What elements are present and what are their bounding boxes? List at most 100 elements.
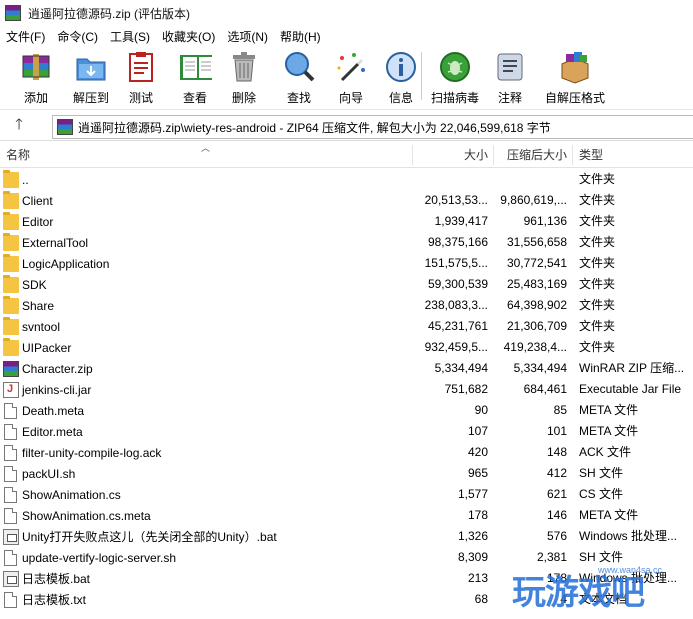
comment-button[interactable]: 注释: [496, 46, 524, 108]
file-name: ..: [22, 172, 29, 187]
batch-file-icon: [3, 528, 19, 545]
menu-bar: 文件(F) 命令(C) 工具(S) 收藏夹(O) 选项(N) 帮助(H): [0, 26, 693, 46]
menu-options[interactable]: 选项(N): [221, 28, 274, 45]
file-name: Editor: [22, 214, 54, 229]
folder-icon: [3, 190, 19, 209]
file-size: 178: [467, 508, 488, 522]
document-icon: [4, 402, 17, 419]
file-name: ShowAnimation.cs: [22, 487, 121, 502]
zip-file-icon: [3, 360, 19, 377]
column-divider[interactable]: [572, 145, 573, 165]
file-size: 238,083,3...: [424, 298, 488, 312]
sort-ascending-icon: ︿: [201, 143, 211, 153]
table-row[interactable]: Share 238,083,3... 64,398,902 文件夹: [0, 295, 693, 316]
title-bar: 逍遥阿拉德源码.zip (评估版本): [0, 0, 693, 26]
table-row[interactable]: update-vertify-logic-server.sh 8,309 2,381…: [0, 547, 693, 568]
file-name-cell: jenkins-cli.jar: [3, 379, 91, 400]
file-name-cell: 日志模板.bat: [3, 568, 90, 589]
file-name: LogicApplication: [22, 256, 110, 271]
view-button[interactable]: 查看: [173, 46, 217, 108]
document-icon: [4, 465, 17, 482]
file-packed-size: 85: [553, 403, 567, 417]
file-size: 90: [474, 403, 488, 417]
document-icon: [4, 549, 17, 566]
file-name-cell: Share: [3, 295, 54, 316]
file-size: 932,459,5...: [424, 340, 488, 354]
file-type: META 文件: [579, 508, 639, 522]
file-name-cell: ExternalTool: [3, 232, 88, 253]
table-row[interactable]: 日志模板.bat 213 178 Windows 批处理...: [0, 568, 693, 589]
delete-icon: [227, 50, 261, 84]
table-row[interactable]: packUI.sh 965 412 SH 文件: [0, 463, 693, 484]
address-field[interactable]: 逍遥阿拉德源码.zip\wiety-res-android - ZIP64 压缩…: [52, 115, 693, 139]
file-size: [413, 169, 488, 190]
file-name: Share: [22, 298, 55, 313]
table-row[interactable]: jenkins-cli.jar 751,682 684,461 Executable …: [0, 379, 693, 400]
table-row[interactable]: UIPacker 932,459,5... 419,238,4... 文件夹: [0, 337, 693, 358]
info-button[interactable]: 信息: [386, 46, 416, 108]
table-row[interactable]: LogicApplication 151,575,5... 30,772,541 文件…: [0, 253, 693, 274]
file-size: 751,682: [444, 382, 488, 396]
test-button[interactable]: 测试: [126, 46, 156, 108]
virus-scan-button[interactable]: 扫描病毒: [430, 46, 480, 108]
test-icon: [124, 50, 158, 84]
find-button[interactable]: 查找: [282, 46, 316, 108]
file-name: jenkins-cli.jar: [22, 382, 92, 397]
file-packed-size: 684,461: [523, 382, 567, 396]
folder-icon: [3, 295, 19, 314]
table-row[interactable]: Character.zip 5,334,494 5,334,494 WinRAR ZI…: [0, 358, 693, 379]
table-row[interactable]: Editor 1,939,417 961,136 文件夹: [0, 211, 693, 232]
file-type: 文件夹: [579, 172, 616, 186]
archive-path: 逍遥阿拉德源码.zip\wiety-res-android - ZIP64 压缩…: [78, 120, 551, 135]
menu-favorites[interactable]: 收藏夹(O): [156, 28, 221, 45]
column-packed-size[interactable]: 压缩后大小: [494, 143, 567, 168]
file-name-cell: svntool: [3, 316, 60, 337]
menu-commands[interactable]: 命令(C): [51, 28, 104, 45]
file-name: 日志模板.bat: [22, 572, 91, 586]
table-row[interactable]: Editor.meta 107 101 META 文件: [0, 421, 693, 442]
file-size: 68: [474, 592, 488, 606]
table-row[interactable]: Death.meta 90 85 META 文件: [0, 400, 693, 421]
table-row[interactable]: ExternalTool 98,375,166 31,556,658 文件夹: [0, 232, 693, 253]
menu-file[interactable]: 文件(F): [0, 28, 51, 45]
table-row[interactable]: ShowAnimation.cs 1,577 621 CS 文件: [0, 484, 693, 505]
table-row[interactable]: .. 文件夹: [0, 169, 693, 190]
table-row[interactable]: svntool 45,231,761 21,306,709 文件夹: [0, 316, 693, 337]
up-arrow-icon[interactable]: 🡑: [0, 114, 38, 139]
add-button[interactable]: 添加: [16, 46, 56, 108]
virus-scan-icon: [438, 50, 472, 84]
extract-to-button[interactable]: 解压到: [69, 46, 113, 108]
table-row[interactable]: Client 20,513,53... 9,860,619,... 文件夹: [0, 190, 693, 211]
delete-button[interactable]: 删除: [229, 46, 259, 108]
menu-tools[interactable]: 工具(S): [104, 28, 156, 45]
find-icon: [282, 50, 316, 84]
sfx-button[interactable]: 自解压格式: [544, 46, 606, 108]
folder-icon: [3, 211, 19, 230]
file-packed-size: [492, 169, 567, 190]
column-header: ︿ 名称 大小 压缩后大小 类型: [0, 143, 693, 168]
document-icon: [4, 486, 17, 503]
table-row[interactable]: Unity打开失败点这儿（先关闭全部的Unity）.bat 1,326 576 Win…: [0, 526, 693, 547]
file-name: Death.meta: [22, 403, 85, 418]
table-row[interactable]: ShowAnimation.cs.meta 178 146 META 文件: [0, 505, 693, 526]
file-name-cell: Character.zip: [3, 358, 93, 379]
menu-help[interactable]: 帮助(H): [274, 28, 327, 45]
column-name[interactable]: 名称: [6, 143, 30, 168]
table-row[interactable]: filter-unity-compile-log.ack 420 148 ACK 文件: [0, 442, 693, 463]
file-type: Windows 批处理...: [579, 529, 678, 543]
wizard-button[interactable]: 向导: [336, 46, 366, 108]
file-size: 107: [467, 424, 488, 438]
column-type[interactable]: 类型: [579, 143, 603, 168]
folder-icon: [3, 316, 19, 335]
file-name: Client: [22, 193, 53, 208]
table-row[interactable]: 日志模板.txt 68 4 文本文档: [0, 589, 693, 610]
file-size: 1,939,417: [434, 214, 488, 228]
file-type: 文件夹: [579, 256, 616, 270]
file-type: SH 文件: [579, 466, 624, 480]
table-row[interactable]: SDK 59,300,539 25,483,169 文件夹: [0, 274, 693, 295]
file-size: 151,575,5...: [424, 256, 488, 270]
file-packed-size: 30,772,541: [506, 256, 567, 270]
column-size[interactable]: 大小: [413, 143, 488, 168]
file-name: Character.zip: [22, 361, 93, 376]
file-name: filter-unity-compile-log.ack: [22, 445, 162, 460]
